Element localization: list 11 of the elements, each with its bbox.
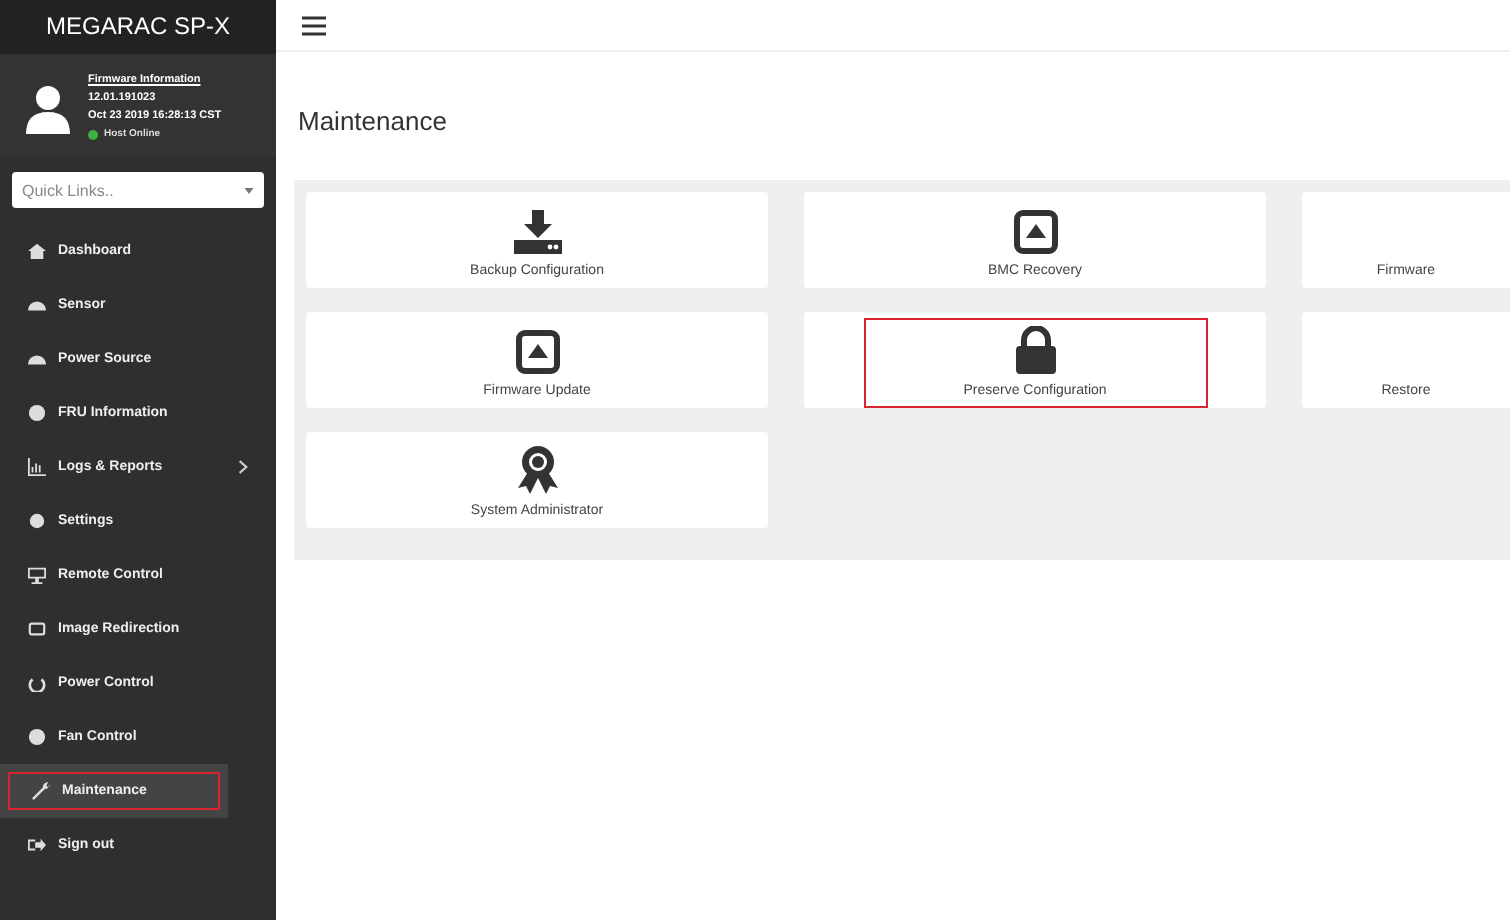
lock-icon [1015,326,1055,374]
chevron-icon [238,460,248,474]
quick-links-dropdown[interactable]: Quick Links.. [12,172,264,208]
page-title: Maintenance [298,106,449,136]
caret-icon [244,187,254,193]
award-icon [517,446,557,494]
download-icon [513,210,561,254]
user-avatar-icon [24,82,72,134]
eject-icon [1013,210,1057,254]
eject-icon [515,330,559,374]
brand-title: MEGARAC SP-X [0,0,276,54]
